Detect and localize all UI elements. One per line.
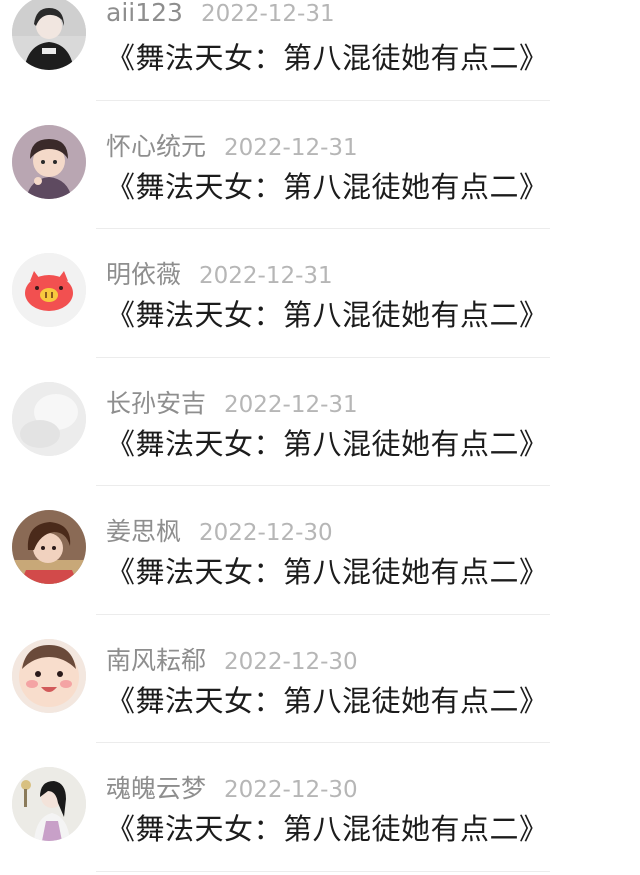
comment-item: 长孙安吉 2022-12-31 《舞法天女：第八混徒她有点二》 — [0, 358, 640, 486]
comment-meta: 怀心统元 2022-12-31 — [106, 127, 358, 161]
comment-date: 2022-12-31 — [224, 391, 358, 418]
comment-date: 2022-12-30 — [224, 777, 358, 803]
username[interactable]: 姜思枫 — [106, 517, 181, 546]
comment-item: 魂魄云梦 2022-12-30 《舞法天女：第八混徒她有点二》 — [0, 743, 640, 872]
comment-date: 2022-12-31 — [200, 1, 335, 27]
avatar[interactable] — [12, 510, 86, 584]
comment-text: 《舞法天女：第八混徒她有点二》 — [106, 683, 549, 718]
comment-date: 2022-12-31 — [199, 263, 333, 289]
avatar[interactable] — [12, 124, 86, 199]
username[interactable]: 南风耘郗 — [106, 646, 206, 675]
comment-text: 《舞法天女：第八混徒她有点二》 — [106, 41, 549, 75]
avatar[interactable] — [12, 381, 86, 456]
comment-item: aii123 2022-12-31 《舞法天女：第八混徒她有点二》 — [0, 0, 640, 101]
comment-meta: 南风耘郗 2022-12-30 — [106, 641, 358, 675]
comment-date: 2022-12-30 — [199, 520, 333, 546]
comment-text: 《舞法天女：第八混徒她有点二》 — [106, 169, 549, 204]
comment-item: 怀心统元 2022-12-31 《舞法天女：第八混徒她有点二》 — [0, 101, 640, 229]
comment-meta: 长孙安吉 2022-12-31 — [106, 384, 358, 418]
comment-meta: 魂魄云梦 2022-12-30 — [106, 769, 358, 803]
comment-text: 《舞法天女：第八混徒她有点二》 — [106, 812, 549, 846]
comment-meta: 姜思枫 2022-12-30 — [106, 512, 333, 546]
comment-text: 《舞法天女：第八混徒她有点二》 — [106, 426, 549, 461]
comment-item: 南风耘郗 2022-12-30 《舞法天女：第八混徒她有点二》 — [0, 615, 640, 743]
avatar[interactable] — [12, 0, 86, 70]
divider — [96, 870, 550, 872]
username[interactable]: 魂魄云梦 — [106, 774, 206, 803]
username[interactable]: 明依薇 — [106, 260, 181, 289]
comment-item: 明依薇 2022-12-31 《舞法天女：第八混徒她有点二》 — [0, 229, 640, 358]
avatar[interactable] — [12, 253, 86, 327]
username[interactable]: aii123 — [106, 0, 183, 27]
comment-list: aii123 2022-12-31 《舞法天女：第八混徒她有点二》 怀心统元 202… — [0, 0, 640, 872]
comment-meta: aii123 2022-12-31 — [106, 0, 335, 32]
username[interactable]: 长孙安吉 — [106, 389, 206, 418]
comment-meta: 明依薇 2022-12-31 — [106, 255, 333, 289]
comment-text: 《舞法天女：第八混徒她有点二》 — [106, 298, 549, 332]
username[interactable]: 怀心统元 — [106, 132, 206, 161]
comment-date: 2022-12-31 — [224, 134, 358, 161]
avatar[interactable] — [12, 638, 86, 713]
avatar[interactable] — [12, 767, 86, 841]
comment-item: 姜思枫 2022-12-30 《舞法天女：第八混徒她有点二》 — [0, 486, 640, 615]
comment-text: 《舞法天女：第八混徒她有点二》 — [106, 555, 549, 589]
comment-date: 2022-12-30 — [224, 648, 358, 675]
